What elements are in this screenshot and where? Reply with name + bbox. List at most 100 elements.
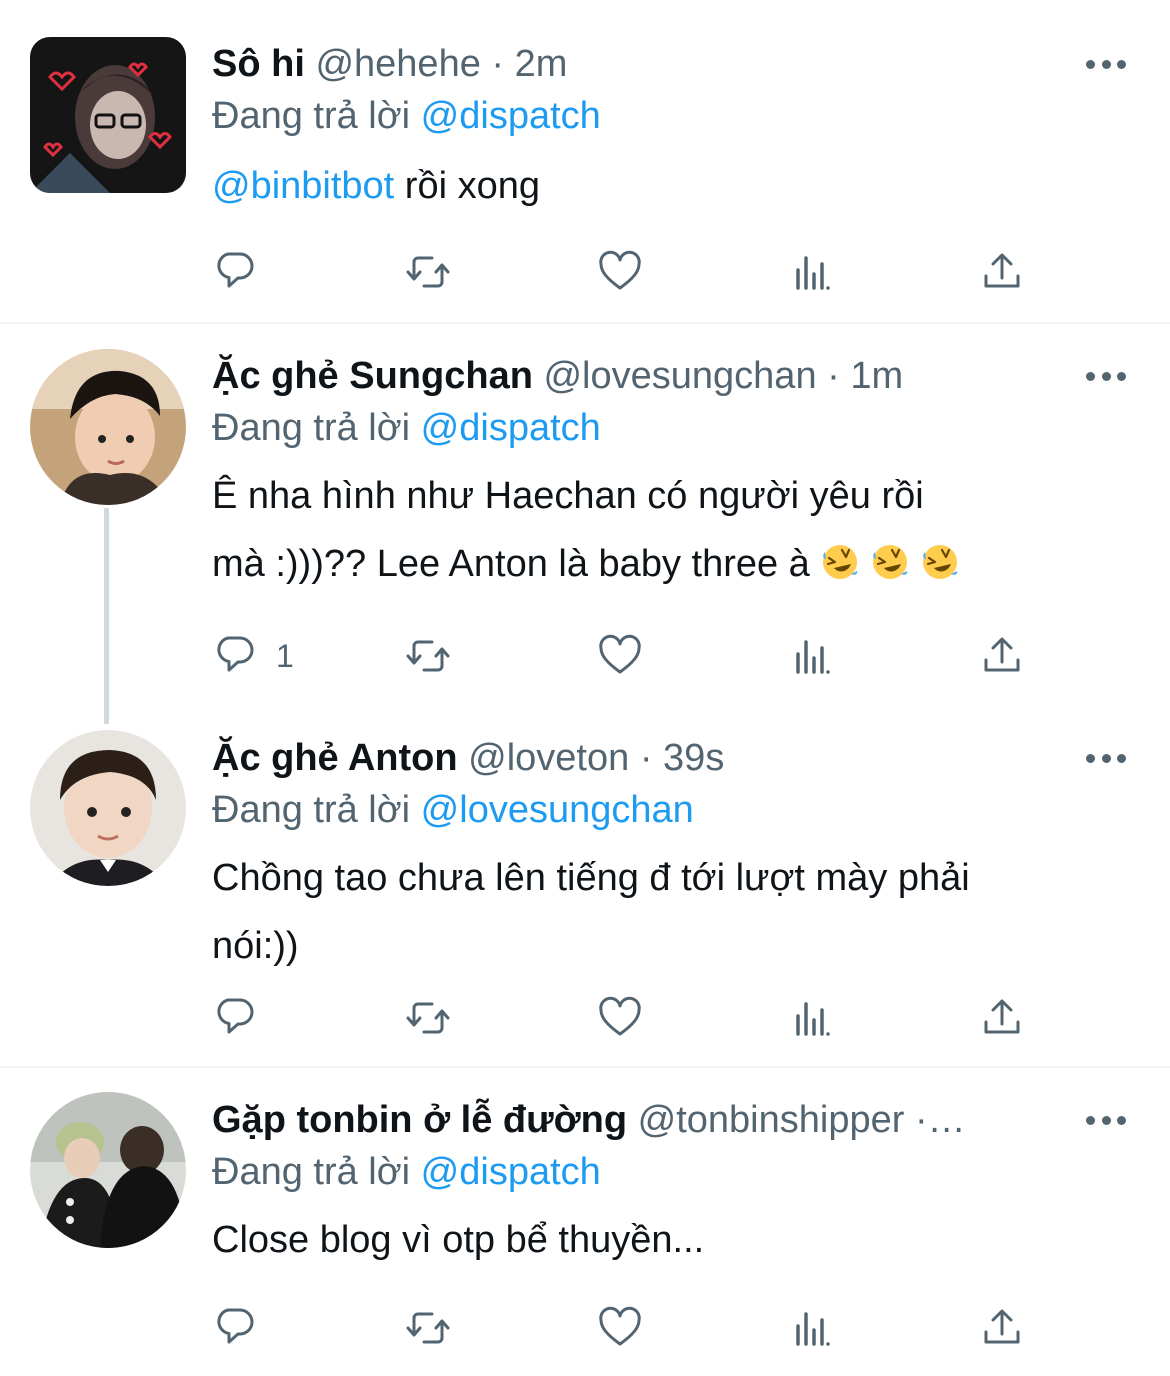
analytics-icon [794, 1312, 832, 1349]
heart-icon [599, 996, 641, 1036]
reply-icon [217, 252, 254, 288]
display-name[interactable]: Ặc ghẻ Anton [212, 737, 458, 779]
tweet-text-line-with-emoji: mà :)))?? Lee Anton là baby three à [212, 530, 1112, 598]
tweet-actions [212, 1302, 1032, 1354]
user-handle[interactable]: @tonbinshipper [638, 1099, 905, 1141]
user-handle[interactable]: @lovesungchan [543, 355, 816, 397]
tweet-actions: 1 [212, 630, 1032, 682]
retweet-icon [406, 1312, 450, 1344]
heart-icon [599, 250, 641, 290]
rolling-on-floor-laughing-emoji [921, 543, 959, 581]
tweet-header: Gặp tonbin ở lễ đường @tonbinshipper ·… [212, 1094, 1080, 1146]
replying-prefix: Đang trả lời [212, 95, 411, 137]
retweet-button[interactable] [404, 630, 452, 682]
reply-button[interactable]: 1 [214, 630, 294, 682]
retweet-button[interactable] [404, 1302, 452, 1354]
replying-prefix: Đang trả lời [212, 1151, 411, 1193]
rolling-on-floor-laughing-emoji [821, 543, 859, 581]
replying-to: Đang trả lời @lovesungchan [212, 784, 694, 836]
replying-to: Đang trả lời @dispatch [212, 90, 601, 142]
replying-mention[interactable]: @dispatch [421, 95, 601, 137]
more-icon[interactable] [1086, 54, 1126, 74]
share-icon [984, 1309, 1020, 1344]
share-button[interactable] [978, 992, 1026, 1044]
tweet-text-content: rồi xong [394, 165, 540, 207]
tweet-text-line: nói:)) [212, 925, 299, 967]
reply-icon [217, 636, 254, 672]
reply-icon [217, 1308, 254, 1344]
reply-icon [217, 998, 254, 1034]
tweet-text: @binbitbot rồi xong [212, 152, 1112, 220]
avatar[interactable] [30, 349, 186, 505]
tweet-header: Ặc ghẻ Anton @loveton · 39s [212, 732, 1080, 784]
retweet-button[interactable] [404, 246, 452, 298]
tweet[interactable]: Sô hi @hehehe · 2m Đang trả lời @dispatc… [0, 0, 1170, 322]
share-button[interactable] [978, 246, 1026, 298]
replying-to: Đang trả lời @dispatch [212, 1146, 601, 1198]
tweet[interactable]: Ặc ghẻ Anton @loveton · 39s Đang trả lời… [0, 706, 1170, 1066]
tweet-text-line: mà :)))?? Lee Anton là baby three à [212, 543, 810, 585]
tweet-text-line: Chồng tao chưa lên tiếng đ tới lượt mày … [212, 857, 970, 899]
separator: · [827, 355, 840, 397]
replying-mention[interactable]: @lovesungchan [421, 789, 694, 831]
like-button[interactable] [596, 1302, 644, 1354]
like-button[interactable] [596, 630, 644, 682]
views-button[interactable] [788, 992, 836, 1044]
tweet[interactable]: Ặc ghẻ Sungchan @lovesungchan · 1m Đang … [0, 324, 1170, 714]
timestamp[interactable]: 2m [515, 43, 568, 85]
tweet-text-line: Close blog vì otp bể thuyền... [212, 1219, 705, 1261]
avatar[interactable] [30, 1092, 186, 1248]
share-icon [984, 999, 1020, 1034]
share-button[interactable] [978, 1302, 1026, 1354]
heart-icon [599, 634, 641, 674]
separator: · [639, 737, 653, 779]
more-icon[interactable] [1086, 748, 1126, 768]
tweet-text-line: Ê nha hình như Haechan có người yêu rồi [212, 475, 924, 517]
replying-prefix: Đang trả lời [212, 407, 411, 449]
user-handle[interactable]: @loveton [468, 737, 629, 779]
rolling-on-floor-laughing-emoji [871, 543, 909, 581]
retweet-icon [406, 1002, 450, 1034]
reply-button[interactable] [214, 992, 262, 1044]
tweet-text: Close blog vì otp bể thuyền... [212, 1206, 1112, 1274]
like-button[interactable] [596, 246, 644, 298]
more-icon[interactable] [1086, 366, 1126, 386]
share-button[interactable] [978, 630, 1026, 682]
retweet-icon [406, 640, 450, 672]
analytics-icon [794, 640, 832, 677]
separator: ·… [914, 1099, 966, 1141]
like-button[interactable] [596, 992, 644, 1044]
timestamp[interactable]: 39s [663, 737, 724, 779]
share-icon [984, 253, 1020, 288]
reply-button[interactable] [214, 246, 262, 298]
tweet-text: Ê nha hình như Haechan có người yêu rồi … [212, 462, 1112, 598]
tweet-actions [212, 992, 1032, 1044]
display-name[interactable]: Gặp tonbin ở lễ đường [212, 1099, 627, 1141]
replying-prefix: Đang trả lời [212, 789, 411, 831]
tweet-header: Sô hi @hehehe · 2m [212, 38, 1080, 90]
analytics-icon [794, 256, 832, 293]
avatar[interactable] [30, 37, 186, 193]
replying-mention[interactable]: @dispatch [421, 407, 601, 449]
user-handle[interactable]: @hehehe [315, 43, 480, 85]
retweet-icon [406, 256, 450, 288]
replying-to: Đang trả lời @dispatch [212, 402, 601, 454]
avatar[interactable] [30, 730, 186, 886]
display-name[interactable]: Sô hi [212, 43, 305, 85]
separator: · [491, 43, 505, 85]
display-name[interactable]: Ặc ghẻ Sungchan [212, 355, 533, 397]
retweet-button[interactable] [404, 992, 452, 1044]
mention-link[interactable]: @binbitbot [212, 165, 394, 207]
analytics-icon [794, 1002, 832, 1039]
replying-mention[interactable]: @dispatch [421, 1151, 601, 1193]
more-icon[interactable] [1086, 1110, 1126, 1130]
tweet[interactable]: Gặp tonbin ở lễ đường @tonbinshipper ·… … [0, 1068, 1170, 1376]
reply-button[interactable] [214, 1302, 262, 1354]
views-button[interactable] [788, 246, 836, 298]
tweet-text: Chồng tao chưa lên tiếng đ tới lượt mày … [212, 844, 1112, 980]
heart-icon [599, 1306, 641, 1346]
views-button[interactable] [788, 1302, 836, 1354]
share-icon [984, 637, 1020, 672]
views-button[interactable] [788, 630, 836, 682]
timestamp[interactable]: 1m [850, 355, 903, 397]
